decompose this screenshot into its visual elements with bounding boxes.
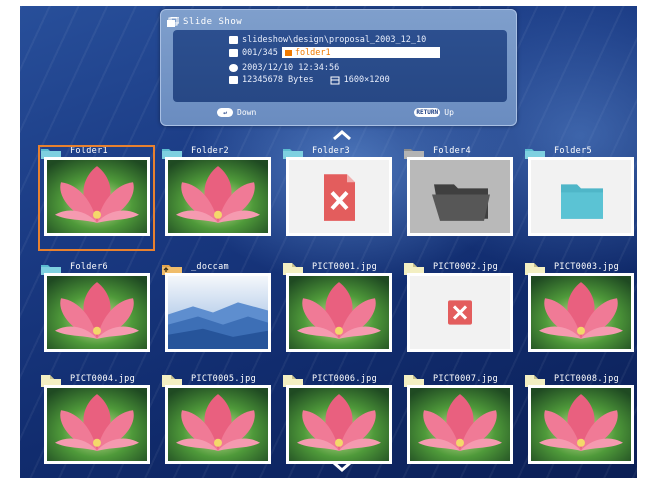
thumbnail-image — [286, 385, 392, 464]
counter-row: 001/345 folder1 — [229, 47, 440, 58]
thumbnail-tile[interactable]: Folder6 — [38, 260, 150, 354]
folder-icon — [283, 144, 303, 159]
thumbnail-image — [44, 273, 150, 352]
thumbnail-label: PICT0004.jpg — [70, 374, 136, 384]
thumbnail-image — [407, 385, 513, 464]
thumbnail-image — [165, 157, 271, 236]
thumbnail-image — [528, 273, 634, 352]
thumbnail-tile[interactable]: Folder3 — [280, 144, 392, 238]
thumbnail-tile[interactable]: PICT0005.jpg — [159, 372, 271, 466]
thumbnail-label: PICT0008.jpg — [554, 374, 620, 384]
file-icon — [525, 372, 545, 387]
panel-footer: ↵ Down RETURN Up — [217, 108, 454, 117]
folder-name-text: folder1 — [294, 47, 331, 58]
thumbnail-label: Folder3 — [312, 146, 350, 156]
thumbnail-label: PICT0001.jpg — [312, 262, 378, 272]
file-icon — [162, 372, 182, 387]
enter-key-icon: ↵ — [217, 108, 233, 117]
thumbnail-label: PICT0003.jpg — [554, 262, 620, 272]
size-icon — [229, 76, 238, 84]
clock-icon — [229, 64, 238, 72]
thumbnail-image — [286, 157, 392, 236]
thumbnail-label: Folder6 — [70, 262, 108, 272]
thumbnail-label: _doccam — [191, 262, 229, 272]
thumbnail-label: PICT0006.jpg — [312, 374, 378, 384]
path-text: slideshow\design\proposal_2003_12_10 — [242, 35, 427, 45]
thumbnail-tile[interactable]: _doccam — [159, 260, 271, 354]
thumbnail-image — [286, 273, 392, 352]
file-icon — [525, 260, 545, 275]
thumbnail-image — [165, 273, 271, 352]
path-icon — [229, 36, 238, 44]
thumbnail-image — [528, 157, 634, 236]
slideshow-screen: Slide Show slideshow\design\proposal_200… — [20, 6, 637, 478]
thumbnail-tile[interactable]: Folder4 — [401, 144, 513, 238]
file-icon — [283, 372, 303, 387]
thumbnail-tile[interactable]: Folder5 — [522, 144, 634, 238]
thumbnail-tile[interactable]: PICT0008.jpg — [522, 372, 634, 466]
thumbnail-label: PICT0005.jpg — [191, 374, 257, 384]
thumbnail-tile[interactable]: PICT0001.jpg — [280, 260, 392, 354]
thumbnail-label: PICT0002.jpg — [433, 262, 499, 272]
folder-icon — [162, 144, 182, 159]
folder-name-field[interactable]: folder1 — [281, 47, 440, 58]
folder-icon — [41, 260, 61, 275]
return-key: RETURN — [414, 108, 441, 117]
datetime-row: 2003/12/10 12:34:56 — [229, 63, 339, 73]
file-icon — [283, 260, 303, 275]
filesize-text: 12345678 Bytes — [242, 75, 314, 85]
chevron-up-icon[interactable] — [331, 129, 353, 141]
folder-icon — [284, 49, 292, 56]
slideshow-icon — [167, 17, 179, 27]
thumbnail-image — [528, 385, 634, 464]
thumbnail-label: Folder4 — [433, 146, 471, 156]
thumbnail-tile[interactable]: PICT0003.jpg — [522, 260, 634, 354]
thumbnail-tile[interactable]: PICT0004.jpg — [38, 372, 150, 466]
thumbnail-tile[interactable]: PICT0006.jpg — [280, 372, 392, 466]
thumbnail-tile[interactable]: Folder2 — [159, 144, 271, 238]
thumbnail-label: PICT0007.jpg — [433, 374, 499, 384]
folder-icon — [525, 144, 545, 159]
counter-icon — [229, 48, 238, 57]
folder-icon — [404, 144, 424, 159]
thumbnail-image — [407, 157, 513, 236]
down-label: Down — [237, 108, 257, 117]
panel-header: Slide Show — [167, 14, 507, 30]
counter-text: 001/345 — [242, 47, 278, 58]
path-row: slideshow\design\proposal_2003_12_10 — [229, 35, 426, 45]
up-label: Up — [444, 108, 454, 117]
thumbnail-tile[interactable]: PICT0007.jpg — [401, 372, 513, 466]
info-panel: Slide Show slideshow\design\proposal_200… — [160, 9, 517, 126]
selection-highlight — [38, 145, 155, 251]
panel-title: Slide Show — [183, 17, 243, 27]
thumbnail-image — [165, 385, 271, 464]
thumbnail-label: Folder2 — [191, 146, 229, 156]
datetime-text: 2003/12/10 12:34:56 — [242, 63, 340, 73]
resolution-text: 1600×1200 — [343, 75, 390, 85]
thumbnail-image — [44, 385, 150, 464]
thumbnail-image — [407, 273, 513, 352]
thumbnail-tile[interactable]: PICT0002.jpg — [401, 260, 513, 354]
file-icon — [404, 260, 424, 275]
panel-body: slideshow\design\proposal_2003_12_10 001… — [173, 30, 507, 102]
thumbnail-label: Folder5 — [554, 146, 592, 156]
file-icon — [41, 372, 61, 387]
resolution-icon — [330, 76, 340, 84]
size-row: 12345678 Bytes 1600×1200 — [229, 75, 390, 85]
folder-icon — [162, 260, 182, 275]
file-icon — [404, 372, 424, 387]
